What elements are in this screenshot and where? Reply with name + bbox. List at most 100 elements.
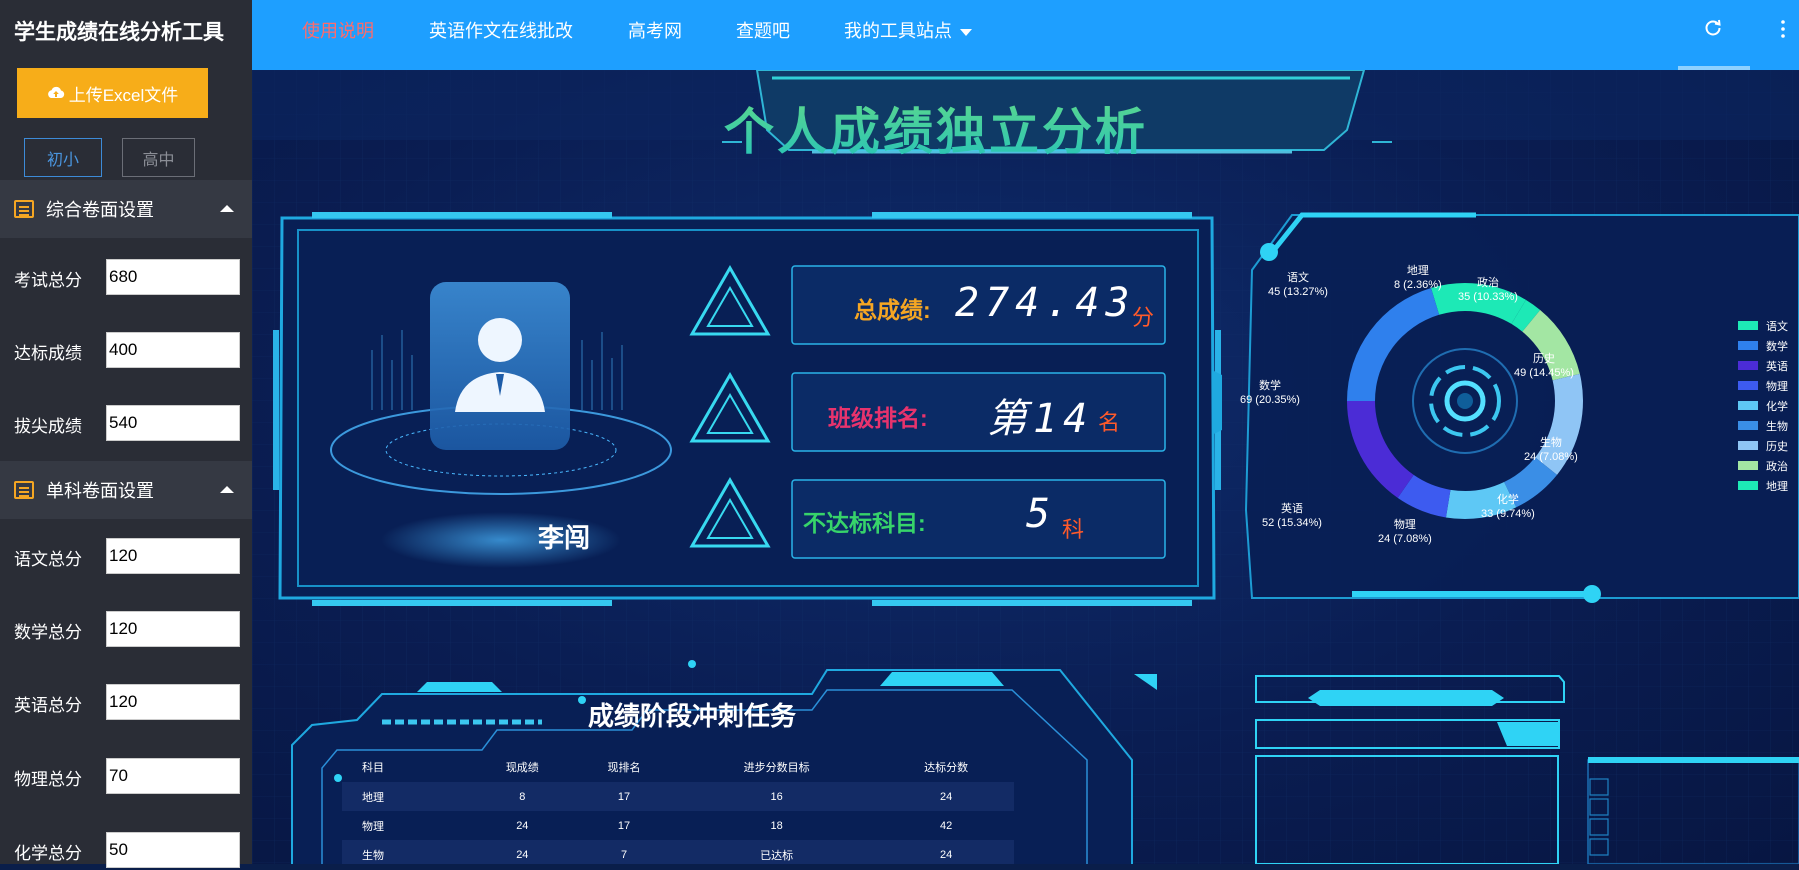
field-label: 拔尖成绩: [14, 417, 82, 436]
exam-total-input[interactable]: [106, 259, 240, 295]
dashboard: 个人成绩独立分析 李闯 总成绩: 274.43 分 班级排名: 第14 名 不达…: [252, 70, 1799, 864]
nav-item-question-search[interactable]: 查题吧: [736, 17, 790, 43]
legend-label: 生物: [1766, 421, 1788, 433]
table-row: 物理 24 17 18 42: [342, 811, 1014, 840]
table-cell: 16: [674, 782, 879, 811]
table-row: 地理 8 17 16 24: [342, 782, 1014, 811]
table-cell: 42: [940, 819, 953, 832]
field-row: 达标成绩: [0, 330, 252, 370]
column-header: 现成绩: [505, 762, 539, 774]
legend-label: 历史: [1766, 441, 1788, 453]
legend-item[interactable]: 政治: [1738, 456, 1798, 476]
field-label: 英语总分: [14, 696, 82, 715]
chevron-down-icon: [960, 28, 972, 36]
legend-swatch: [1738, 381, 1758, 390]
legend-item[interactable]: 历史: [1738, 436, 1798, 456]
pie-label-geography: 地理 8 (2.36%): [1394, 265, 1442, 291]
task-section-title: 成绩阶段冲刺任务: [587, 701, 796, 731]
table-cell: 24: [516, 819, 529, 832]
top-nav-bar: 使用说明 英语作文在线批改 高考网 查题吧 我的工具站点: [252, 0, 1799, 70]
table-row: 生物 24 7 已达标 24: [342, 840, 1014, 864]
field-row: 拔尖成绩: [0, 403, 252, 443]
dashboard-decoration: [252, 70, 1799, 864]
chemistry-total-input[interactable]: [106, 832, 240, 868]
field-label: 语文总分: [14, 550, 82, 569]
top-score-input[interactable]: [106, 405, 240, 441]
field-label: 数学总分: [14, 623, 82, 642]
class-rank-unit: 名: [1098, 410, 1121, 435]
math-total-input[interactable]: [106, 611, 240, 647]
nav-item-my-tools[interactable]: 我的工具站点: [844, 17, 972, 43]
nav-item-essay-grading[interactable]: 英语作文在线批改: [429, 17, 573, 43]
failed-subjects-label: 不达标科目:: [803, 510, 926, 536]
table-cell: 8: [471, 782, 574, 811]
legend-swatch: [1738, 401, 1758, 410]
pie-label-politics: 政治 35 (10.33%): [1458, 277, 1518, 303]
legend-swatch: [1738, 441, 1758, 450]
pie-label-history: 历史 49 (14.45%): [1514, 353, 1574, 379]
legend-label: 数学: [1766, 341, 1788, 353]
legend-item[interactable]: 物理: [1738, 376, 1798, 396]
section-title: 单科卷面设置: [46, 481, 154, 501]
table-cell: 18: [770, 819, 783, 832]
legend-item[interactable]: 化学: [1738, 396, 1798, 416]
upload-excel-button[interactable]: 上传Excel文件: [17, 68, 208, 118]
legend-item[interactable]: 地理: [1738, 476, 1798, 496]
table-cell-status: 已达标: [674, 840, 879, 864]
section-header-overall[interactable]: 综合卷面设置: [0, 180, 252, 238]
section-title: 综合卷面设置: [46, 200, 154, 220]
pie-label-chinese: 语文 45 (13.27%): [1268, 272, 1328, 298]
legend-label: 政治: [1766, 461, 1788, 473]
nav-item-gaokao[interactable]: 高考网: [628, 17, 682, 43]
pie-label-math: 数学 69 (20.35%): [1240, 380, 1300, 406]
failed-subjects-unit: 科: [1062, 517, 1085, 542]
section-header-single[interactable]: 单科卷面设置: [0, 461, 252, 519]
pass-score-input[interactable]: [106, 332, 240, 368]
dashboard-title: 个人成绩独立分析: [252, 92, 1620, 164]
form-icon: [14, 200, 34, 218]
legend-swatch: [1738, 361, 1758, 370]
more-vertical-icon[interactable]: [1780, 18, 1786, 40]
level-primary-button[interactable]: 初小: [24, 138, 102, 177]
refresh-icon[interactable]: [1704, 19, 1722, 37]
legend-swatch: [1738, 421, 1758, 430]
nav-my-tools-label: 我的工具站点: [844, 21, 952, 41]
column-header: 进步分数目标: [743, 762, 810, 774]
physics-total-input[interactable]: [106, 758, 240, 794]
field-label: 达标成绩: [14, 344, 82, 363]
legend-label: 物理: [1766, 381, 1788, 393]
chinese-total-input[interactable]: [106, 538, 240, 574]
collapse-arrow-icon: [220, 205, 234, 212]
table-cell: 24: [878, 840, 1014, 864]
field-label: 考试总分: [14, 271, 82, 290]
cloud-upload-icon: [47, 86, 64, 98]
level-senior-button[interactable]: 高中: [122, 138, 195, 177]
pie-label-biology: 生物 24 (7.08%): [1524, 437, 1578, 463]
english-total-input[interactable]: [106, 684, 240, 720]
legend-swatch: [1738, 341, 1758, 350]
legend-item[interactable]: 数学: [1738, 336, 1798, 356]
field-row: 语文总分: [0, 536, 252, 576]
upload-label: 上传Excel文件: [68, 85, 179, 105]
nav-item-instructions[interactable]: 使用说明: [302, 17, 374, 43]
table-cell: 17: [617, 819, 631, 832]
legend-item[interactable]: 语文: [1738, 316, 1798, 336]
field-row: 考试总分: [0, 257, 252, 297]
form-icon: [14, 481, 34, 499]
total-score-label: 总成绩:: [854, 297, 931, 323]
legend-label: 地理: [1766, 481, 1788, 493]
legend-swatch: [1738, 481, 1758, 490]
table-cell: 24: [878, 782, 1014, 811]
legend-item[interactable]: 生物: [1738, 416, 1798, 436]
column-header: 达标分数: [924, 762, 969, 774]
legend-item[interactable]: 英语: [1738, 356, 1798, 376]
table-cell: 17: [573, 782, 675, 811]
total-score-value: 274.43: [955, 280, 1136, 326]
total-score-unit: 分: [1132, 305, 1155, 330]
field-row: 英语总分: [0, 682, 252, 722]
pie-legend: 语文 数学 英语 物理 化学 生物 历史 政治 地理: [1738, 316, 1798, 496]
field-label: 物理总分: [14, 770, 82, 789]
field-row: 物理总分: [0, 756, 252, 796]
failed-subjects-value: 5: [1026, 491, 1057, 537]
pie-label-english: 英语 52 (15.34%): [1262, 503, 1322, 529]
